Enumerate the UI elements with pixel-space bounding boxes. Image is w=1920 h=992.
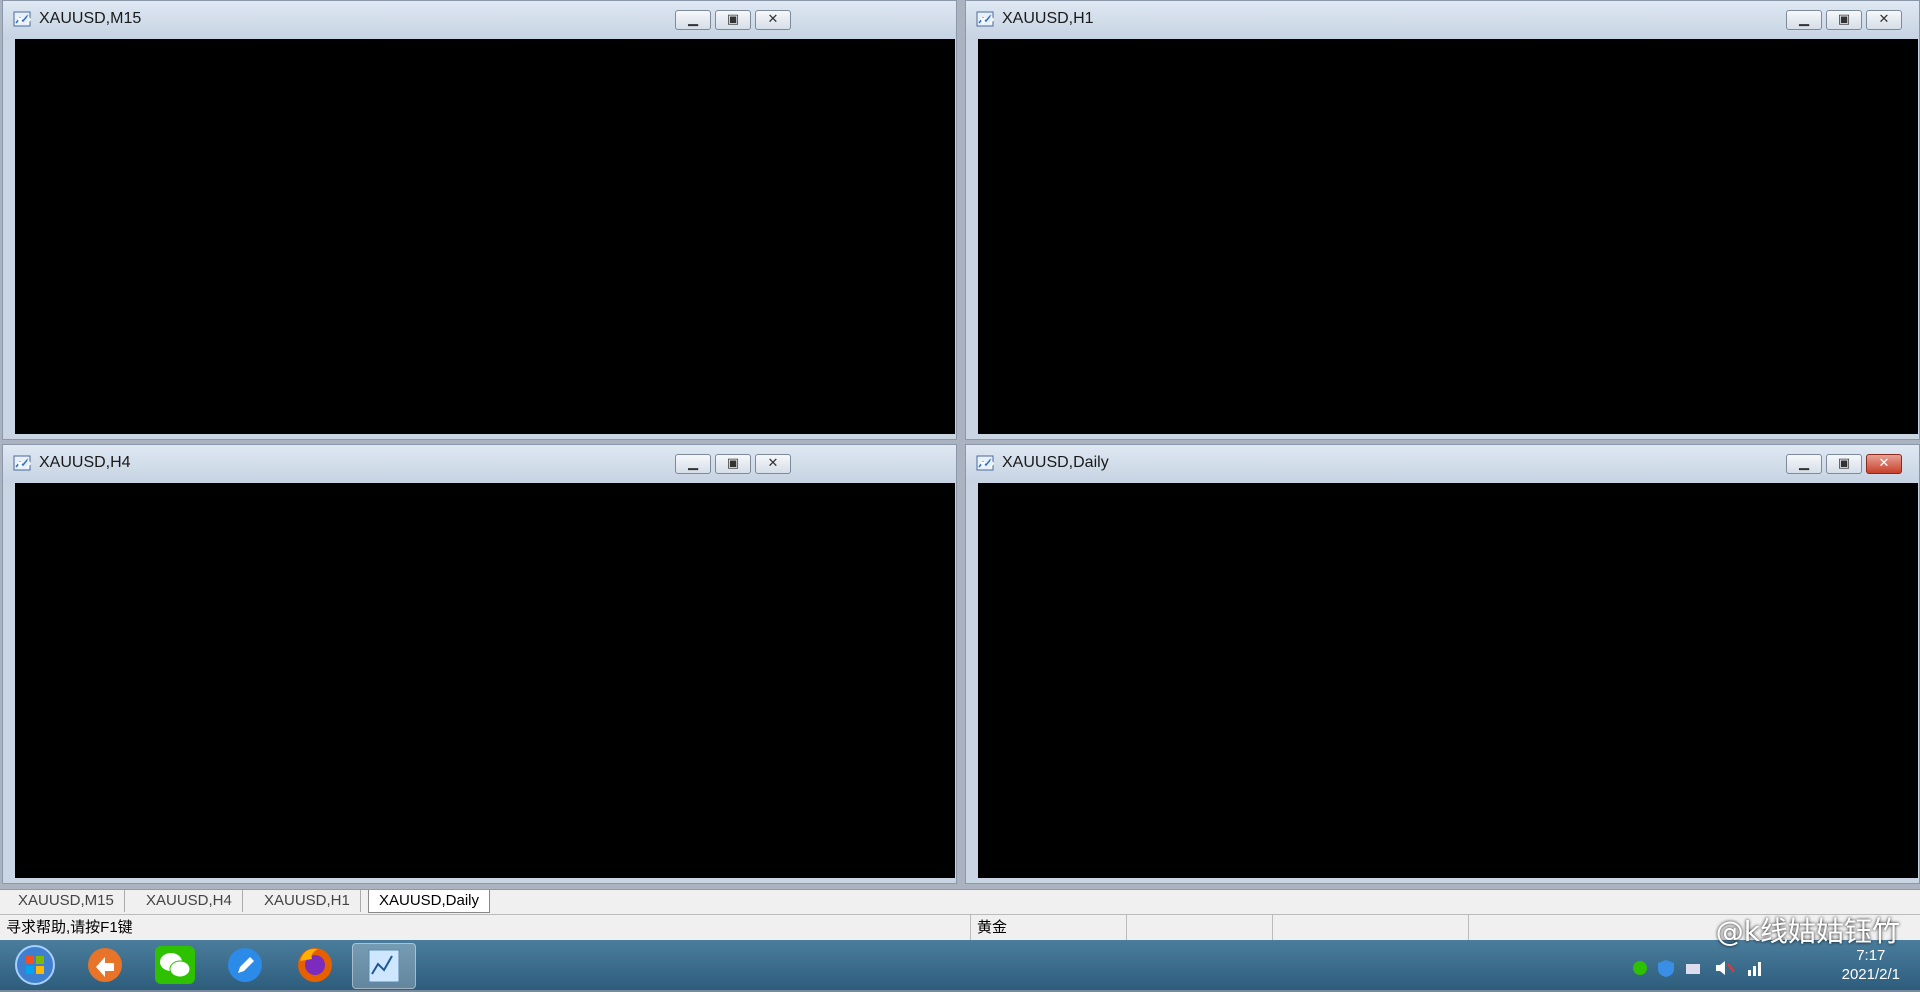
clock-date: 2021/2/1 <box>1841 966 1900 983</box>
firefox-icon[interactable] <box>284 943 346 987</box>
restore-button[interactable]: ▣ <box>1826 10 1862 30</box>
window-title: XAUUSD,M15 <box>39 10 142 27</box>
window-title: XAUUSD,Daily <box>1002 454 1109 471</box>
close-button[interactable]: ✕ <box>1866 10 1902 30</box>
chart-window-icon: ▾ XAUUSD,Daily 1863.45 1867.14 1851.56 1… <box>976 455 994 471</box>
price-chart[interactable] <box>978 483 1918 878</box>
tab-xauusd-h1[interactable]: XAUUSD,H1 <box>254 890 361 912</box>
chart-window-h1[interactable]: ▾ XAUUSD,H1 1863.45 1867.14 1851.56 1853… <box>965 0 1920 440</box>
tab-xauusd-m15[interactable]: XAUUSD,M15 <box>8 890 125 912</box>
tab-xauusd-daily[interactable]: XAUUSD,Daily <box>368 890 491 913</box>
chart-info-label: ▾ XAUUSD,Daily 1863.45 1867.14 1851.56 1… <box>980 457 994 471</box>
chart-window-icon: ▾ XAUUSD,H1 1863.45 1867.14 1851.56 1853… <box>976 11 994 27</box>
chart-window-icon: ▾ XAUUSD,H4 1863.45 1867.14 1851.56 1853… <box>13 455 31 471</box>
status-bar: 寻求帮助,请按F1键 黄金 <box>0 914 1920 941</box>
window-title: XAUUSD,H4 <box>39 454 131 471</box>
chart-area[interactable] <box>15 483 955 878</box>
signal-icon[interactable] <box>1748 962 1761 976</box>
status-section <box>1468 915 1665 941</box>
chart-area[interactable] <box>15 39 955 434</box>
chart-tab-bar: XAUUSD,M15 XAUUSD,H4 XAUUSD,H1 XAUUSD,Da… <box>0 889 1920 914</box>
close-button[interactable]: ✕ <box>755 454 791 474</box>
volume-mute-icon[interactable] <box>1716 961 1735 975</box>
close-button[interactable]: ✕ <box>1866 454 1902 474</box>
chart-window-daily[interactable]: ▾ XAUUSD,Daily 1863.45 1867.14 1851.56 1… <box>965 444 1920 884</box>
restore-button[interactable]: ▣ <box>715 454 751 474</box>
wechat-icon[interactable] <box>144 943 206 987</box>
status-section <box>1126 915 1273 941</box>
taskbar: 7:17 2021/2/1 <box>0 940 1920 990</box>
mdi-workspace: ▾ XAUUSD,M15 1853.63 1854.10 1852.89 185… <box>0 0 1920 889</box>
chart-window-icon: ▾ XAUUSD,M15 1853.63 1854.10 1852.89 185… <box>13 11 31 27</box>
chart-window-h4[interactable]: ▾ XAUUSD,H4 1863.45 1867.14 1851.56 1853… <box>2 444 957 884</box>
mt4-icon[interactable] <box>352 943 416 989</box>
app-arrow-icon[interactable] <box>74 943 136 987</box>
wechat-tray-icon[interactable] <box>1633 961 1647 975</box>
close-button[interactable]: ✕ <box>755 10 791 30</box>
status-section <box>1272 915 1469 941</box>
status-help-text: 寻求帮助,请按F1键 <box>6 919 133 936</box>
window-titlebar[interactable]: ▾ XAUUSD,Daily 1863.45 1867.14 1851.56 1… <box>966 445 1919 483</box>
minimize-button[interactable]: ▁ <box>675 454 711 474</box>
start-orb-icon[interactable] <box>4 943 66 987</box>
chart-area[interactable] <box>978 39 1918 434</box>
chart-info-label: ▾ XAUUSD,H1 1863.45 1867.14 1851.56 1853… <box>980 13 994 27</box>
chart-info-label: ▾ XAUUSD,H4 1863.45 1867.14 1851.56 1853… <box>17 457 31 471</box>
notes-icon[interactable] <box>214 943 276 987</box>
window-titlebar[interactable]: ▾ XAUUSD,M15 1853.63 1854.10 1852.89 185… <box>3 1 956 39</box>
window-titlebar[interactable]: ▾ XAUUSD,H1 1863.45 1867.14 1851.56 1853… <box>966 1 1919 39</box>
status-symbol: 黄金 <box>970 915 1127 941</box>
minimize-button[interactable]: ▁ <box>1786 10 1822 30</box>
network-icon[interactable] <box>1686 964 1700 974</box>
price-chart[interactable] <box>978 39 1918 434</box>
restore-button[interactable]: ▣ <box>715 10 751 30</box>
tab-xauusd-h4[interactable]: XAUUSD,H4 <box>136 890 243 912</box>
chart-window-m15[interactable]: ▾ XAUUSD,M15 1853.63 1854.10 1852.89 185… <box>2 0 957 440</box>
minimize-button[interactable]: ▁ <box>1786 454 1822 474</box>
restore-button[interactable]: ▣ <box>1826 454 1862 474</box>
window-title: XAUUSD,H1 <box>1002 10 1094 27</box>
chart-info-label: ▾ XAUUSD,M15 1853.63 1854.10 1852.89 185… <box>17 13 31 27</box>
clock[interactable]: 7:17 2021/2/1 <box>1842 946 1900 984</box>
price-chart[interactable] <box>15 39 955 434</box>
chart-area[interactable] <box>978 483 1918 878</box>
shield-icon[interactable] <box>1658 960 1674 977</box>
minimize-button[interactable]: ▁ <box>675 10 711 30</box>
watermark-text: @k线姑姑钰竹 <box>1715 915 1900 948</box>
price-chart[interactable] <box>15 483 955 878</box>
window-titlebar[interactable]: ▾ XAUUSD,H4 1863.45 1867.14 1851.56 1853… <box>3 445 956 483</box>
